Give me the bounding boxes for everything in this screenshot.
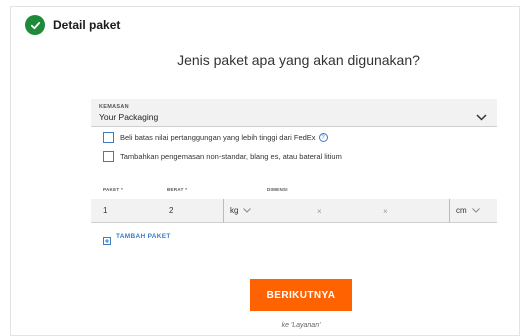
checkbox-higher-coverage[interactable] xyxy=(103,132,114,143)
packaging-select[interactable]: KEMASAN Your Packaging xyxy=(91,99,497,127)
weight-value: 2 xyxy=(169,206,174,215)
weight-input[interactable]: 2 xyxy=(161,199,223,223)
step-header: Detail paket xyxy=(25,15,120,35)
packaging-select-value: Your Packaging xyxy=(99,112,159,122)
option-higher-coverage-label: Beli batas nilai pertanggungan yang lebi… xyxy=(120,133,316,142)
paket-quantity-value: 1 xyxy=(103,206,108,215)
package-type-question: Jenis paket apa yang akan digunakan? xyxy=(177,52,420,68)
chevron-down-icon xyxy=(243,206,252,215)
dimension-unit-select[interactable]: cm xyxy=(449,199,497,223)
checkbox-non-standard-packaging[interactable] xyxy=(103,151,114,162)
times-icon: × xyxy=(383,206,388,216)
step-title: Detail paket xyxy=(53,18,121,32)
weight-unit-value: kg xyxy=(230,206,239,215)
next-button[interactable]: BERIKUTNYA xyxy=(250,279,352,311)
add-package-link[interactable]: TAMBAH PAKET xyxy=(103,232,171,245)
times-icon: × xyxy=(317,206,322,216)
column-dimensi-label: DIMENSI xyxy=(267,187,288,192)
chevron-down-icon xyxy=(476,108,487,126)
column-berat-label: BERAT * xyxy=(167,187,188,192)
check-icon xyxy=(25,15,45,35)
packaging-select-label: KEMASAN xyxy=(99,104,129,110)
paket-quantity-field[interactable]: 1 xyxy=(91,199,161,223)
option-higher-coverage[interactable]: Beli batas nilai pertanggungan yang lebi… xyxy=(103,132,328,143)
column-paket-label: PAKET * xyxy=(103,187,124,192)
chevron-down-icon xyxy=(471,206,480,215)
package-details-card: Detail paket Jenis paket apa yang akan d… xyxy=(10,6,520,336)
option-non-standard-packaging[interactable]: Tambahkan pengemasan non-standar, blang … xyxy=(103,151,342,162)
dimension-unit-value: cm xyxy=(456,206,467,215)
next-step-caption: ke 'Layanan' xyxy=(281,322,321,329)
info-icon[interactable]: ? xyxy=(318,133,328,142)
add-package-icon xyxy=(103,232,112,245)
add-package-label: TAMBAH PAKET xyxy=(116,233,171,240)
dimensions-input[interactable] xyxy=(267,199,449,223)
weight-unit-select[interactable]: kg xyxy=(223,199,267,223)
option-non-standard-packaging-label: Tambahkan pengemasan non-standar, blang … xyxy=(120,152,342,161)
